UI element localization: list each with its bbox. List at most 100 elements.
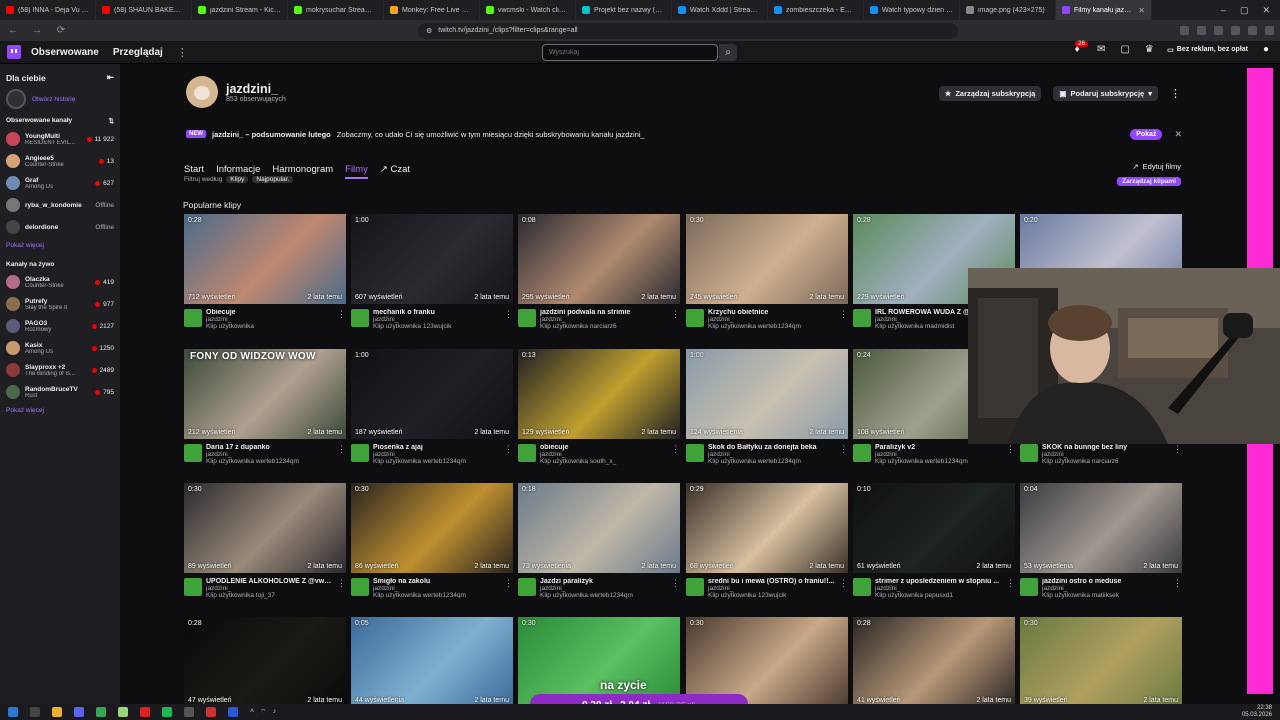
search-button[interactable]: ⌕ (719, 44, 737, 61)
app-icon[interactable] (206, 707, 216, 717)
clip-title[interactable]: Paraliżyk v2 (875, 444, 1002, 451)
clip-card[interactable]: 0:08 295 wyświetleń 2 lata temu jazdzini po… (518, 214, 680, 330)
clip-thumbnail[interactable]: 1:00 124 wyświetlenia 2 lata temu (686, 349, 848, 439)
clip-channel[interactable]: jazdzini_ (875, 585, 1002, 592)
whispers-icon[interactable]: ▢ (1119, 44, 1131, 55)
clip-channel[interactable]: jazdzini_ (540, 316, 667, 323)
clip-thumbnail[interactable]: 1:00 187 wyświetleń 2 lata temu (351, 349, 513, 439)
close-window-icon[interactable]: ✕ (1262, 5, 1270, 16)
more-options-icon[interactable]: ⋮ (504, 309, 513, 330)
clip-title[interactable]: strimer z uposledzeniem w stopniu ... (875, 578, 1002, 585)
clip-title[interactable]: mechanik o franku (373, 309, 500, 316)
file-explorer-icon[interactable] (52, 707, 62, 717)
collapse-sidebar-icon[interactable]: ⇤ (107, 72, 114, 83)
channel-name[interactable]: jazdzini_ (226, 82, 286, 96)
clip-card[interactable]: 0:10 61 wyświetleń 2 lata temu strimer z up… (853, 483, 1015, 599)
channel-avatar[interactable] (853, 309, 871, 327)
app-icon[interactable] (228, 707, 238, 717)
more-icon[interactable]: ⋮ (177, 46, 188, 59)
clip-title[interactable]: SKOK na bunnge bez liny (1042, 444, 1169, 451)
clip-thumbnail[interactable]: 0:18 73 wyświetlenia 2 lata temu (518, 483, 680, 573)
clip-card[interactable]: 0:28 41 wyświetleń 2 lata temu (853, 617, 1015, 704)
browser-tab[interactable]: Watch Xddd | Streamable (672, 0, 768, 20)
clip-title[interactable]: Daria 17 z dupanko (206, 444, 333, 451)
channel-avatar[interactable] (686, 444, 704, 462)
browser-tab[interactable]: Watch typowy dzien w mie (864, 0, 960, 20)
clip-thumbnail[interactable]: 0:05 44 wyświetlenia 2 lata temu (351, 617, 513, 704)
sort-icon[interactable]: ⇅ (109, 117, 114, 125)
clip-channel[interactable]: jazdzini_ (875, 451, 1002, 458)
more-options-icon[interactable]: ⋮ (839, 578, 848, 599)
browser-tab[interactable]: Monkey: Free Live Video C (384, 0, 480, 20)
clip-author[interactable]: Klip użytkownika werteb1234qm (875, 458, 1002, 465)
more-options-icon[interactable]: ⋮ (1173, 578, 1182, 599)
channel-avatar[interactable] (184, 309, 202, 327)
sidebar-channel-item[interactable]: Putrefy Slay the Spire II 977 (0, 293, 120, 315)
edit-videos-button[interactable]: ↗ Edytuj filmy (1132, 162, 1181, 171)
clip-thumbnail[interactable]: 0:30 86 wyświetleń 2 lata temu (351, 483, 513, 573)
clip-card[interactable]: 0:04 53 wyświetlenia 2 lata temu jazdzini o… (1020, 483, 1182, 599)
clip-title[interactable]: jazdzini podwala na strimie (540, 309, 667, 316)
forward-icon[interactable]: → (30, 25, 44, 36)
sidebar-channel-item[interactable]: Kasix Among Us 1250 (0, 337, 120, 359)
clip-card[interactable]: 0:30 89 wyświetleń 2 lata temu UPODLENIE AL… (184, 483, 346, 599)
close-tab-icon[interactable]: ✕ (1138, 6, 1145, 15)
channel-avatar[interactable] (853, 578, 871, 596)
extension-icon[interactable] (1197, 26, 1206, 35)
more-options-icon[interactable]: ⋮ (671, 578, 680, 599)
spotify-icon[interactable] (162, 707, 172, 717)
clip-author[interactable]: Klip użytkownika toji_37 (206, 592, 333, 599)
more-options-icon[interactable]: ⋮ (671, 309, 680, 330)
clip-thumbnail[interactable]: 0:30 (686, 617, 848, 704)
more-options-icon[interactable]: ⋮ (1170, 87, 1181, 100)
clock[interactable]: 22:38 05.03.2026 (1242, 705, 1272, 719)
site-info-icon[interactable]: ⚙ (426, 27, 432, 35)
more-options-icon[interactable]: ⋮ (1173, 444, 1182, 465)
clip-card[interactable]: 1:00 607 wyświetleń 2 lata temu mechanik o … (351, 214, 513, 330)
sidebar-channel-item[interactable]: RandomBruceTV Rust 795 (0, 381, 120, 403)
clip-author[interactable]: Klip użytkownika narciarz6 (1042, 458, 1169, 465)
browser-tab[interactable]: vwcmski - Watch clips on K (480, 0, 576, 20)
sidebar-channel-item[interactable]: PAGO3 Rozmowy 2127 (0, 315, 120, 337)
extension-icon[interactable] (1265, 26, 1274, 35)
clip-channel[interactable]: jazdzini_ (708, 451, 835, 458)
clip-card[interactable]: 0:30 (518, 617, 680, 704)
clip-thumbnail[interactable]: 0:28 47 wyświetleń 2 lata temu (184, 617, 346, 704)
app-icon[interactable] (118, 707, 128, 717)
browser-tab[interactable]: (58) SHAUN BAKER feat. Ar (96, 0, 192, 20)
browser-tab[interactable]: zombieszczeka - Embed (768, 0, 864, 20)
sidebar-channel-item[interactable]: Slayproxx +2 The Binding of Is... 2489 (0, 359, 120, 381)
user-avatar[interactable]: ● (1260, 44, 1272, 55)
clip-channel[interactable]: jazdzini_ (708, 585, 835, 592)
clip-card[interactable]: 0:18 73 wyświetlenia 2 lata temu Jazdzi par… (518, 483, 680, 599)
tab-videos[interactable]: Filmy (345, 164, 368, 179)
minimize-icon[interactable]: – (1221, 5, 1226, 16)
clip-channel[interactable]: jazdzini_ (206, 316, 333, 323)
sidebar-channel-item[interactable]: Olaczka Counter-Strike 419 (0, 271, 120, 293)
channel-avatar[interactable] (518, 444, 536, 462)
obs-icon[interactable] (184, 707, 194, 717)
browser-tab[interactable]: Filmy kanału jazdzini_ ✕ (1056, 0, 1152, 20)
channel-avatar[interactable] (186, 76, 218, 108)
channel-avatar[interactable] (518, 578, 536, 596)
clip-title[interactable]: jazdzini ostro o meduse (1042, 578, 1169, 585)
clip-author[interactable]: Klip użytkownika 123wujcik (373, 323, 500, 330)
clip-channel[interactable]: jazdzini_ (540, 585, 667, 592)
clip-card[interactable]: 0:30 86 wyświetleń 2 lata temu Śmigło na za… (351, 483, 513, 599)
clip-title[interactable]: UPODLENIE ALKOHOLOWE Z @vwo... (206, 578, 333, 585)
channel-avatar[interactable] (686, 578, 704, 596)
more-options-icon[interactable]: ⋮ (671, 444, 680, 465)
clip-card[interactable]: 1:00 124 wyświetlenia 2 lata temu Skok do B… (686, 349, 848, 465)
reload-icon[interactable]: ⟳ (54, 25, 68, 36)
url-field[interactable]: ⚙ twitch.tv/jazdzini_/clips?filter=clips… (418, 22, 958, 39)
search-input[interactable] (542, 44, 718, 61)
clip-channel[interactable]: jazdzini_ (373, 316, 500, 323)
channel-avatar[interactable] (853, 444, 871, 462)
maximize-icon[interactable]: ▢ (1240, 5, 1249, 16)
clip-card[interactable]: 0:29 68 wyświetleń 2 lata temu sredni bu i … (686, 483, 848, 599)
clip-thumbnail[interactable]: 0:13 129 wyświetleń 2 lata temu (518, 349, 680, 439)
clip-author[interactable]: Klip użytkownika werteb1234qm (708, 458, 835, 465)
clip-author[interactable]: Klip użytkownika (206, 323, 333, 330)
channel-avatar[interactable] (1020, 444, 1038, 462)
clip-channel[interactable]: jazdzini_ (1042, 451, 1169, 458)
